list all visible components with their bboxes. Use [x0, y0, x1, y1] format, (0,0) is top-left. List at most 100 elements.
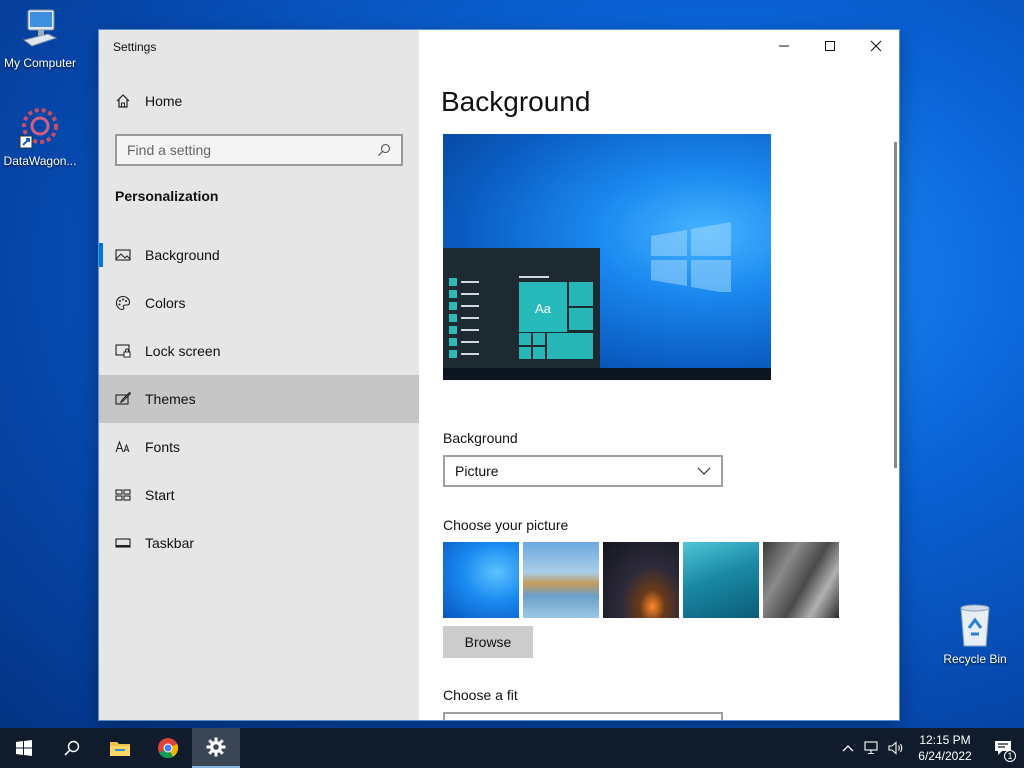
windows-logo-graphic [651, 222, 731, 292]
speaker-icon [888, 741, 903, 755]
preview-menu-list [449, 278, 479, 358]
home-link[interactable]: Home [115, 93, 182, 109]
sidebar-item-label: Fonts [145, 439, 181, 455]
network-button[interactable] [860, 728, 884, 768]
thumbnail-beach-rocks[interactable] [523, 542, 599, 618]
fit-dropdown[interactable] [443, 712, 723, 720]
fonts-icon [115, 440, 130, 453]
settings-sidebar: Settings Home Personalization Backg [99, 30, 419, 720]
sidebar-item-lock-screen[interactable]: Lock screen [99, 327, 419, 375]
folder-icon [110, 742, 130, 756]
background-dropdown[interactable]: Picture [443, 455, 723, 487]
sidebar-item-themes[interactable]: Themes [99, 375, 419, 423]
close-button[interactable] [853, 30, 899, 62]
chevron-down-icon [697, 467, 711, 475]
sidebar-item-colors[interactable]: Colors [99, 279, 419, 327]
maximize-icon [825, 41, 835, 51]
taskbar-icon [115, 538, 131, 548]
sidebar-item-label: Start [145, 487, 175, 503]
brush-icon [115, 391, 131, 405]
sidebar-item-label: Background [145, 247, 220, 263]
preview-tile [569, 308, 593, 330]
sidebar-nav: Background Colors Lock screen Themes Fon… [99, 231, 419, 567]
maximize-button[interactable] [807, 30, 853, 62]
preview-tile [569, 282, 593, 306]
window-controls [761, 30, 899, 62]
settings-taskbar-button[interactable] [192, 728, 240, 768]
start-icon [115, 489, 131, 501]
background-dropdown-value: Picture [455, 463, 499, 479]
system-tray: 12:15 PM 6/24/2022 1 [836, 728, 1024, 768]
sidebar-item-background[interactable]: Background [99, 231, 419, 279]
preview-tiles-header [519, 276, 549, 278]
datawagon-icon [19, 108, 58, 149]
chrome-icon [158, 738, 179, 759]
choose-fit-label: Choose a fit [443, 687, 518, 703]
chevron-up-icon [842, 745, 854, 752]
preview-tile [533, 347, 545, 359]
close-icon [870, 40, 882, 52]
page-title: Background [441, 86, 591, 117]
sidebar-item-taskbar[interactable]: Taskbar [99, 519, 419, 567]
computer-icon [22, 9, 58, 47]
preview-tile [519, 333, 531, 345]
preview-taskbar [443, 368, 771, 380]
recycle-bin-shortcut[interactable]: Recycle Bin [935, 602, 1015, 666]
chrome-button[interactable] [144, 728, 192, 768]
clock-date: 6/24/2022 [918, 749, 972, 763]
palette-icon [115, 295, 131, 311]
picture-thumbnails [443, 542, 839, 618]
taskbar-search-button[interactable] [48, 728, 96, 768]
datawagon-shortcut[interactable]: DataWagon... [0, 106, 80, 168]
preview-tile [533, 333, 545, 345]
minimize-button[interactable] [761, 30, 807, 62]
background-preview: Aa [443, 134, 771, 380]
thumbnail-night-sky[interactable] [603, 542, 679, 618]
my-computer-shortcut[interactable]: My Computer [0, 8, 80, 70]
search-icon[interactable] [377, 143, 391, 157]
volume-button[interactable] [884, 728, 908, 768]
window-title: Settings [113, 40, 157, 54]
minimize-icon [779, 45, 789, 47]
sidebar-item-label: Colors [145, 295, 186, 311]
preview-tile [547, 333, 593, 359]
sidebar-item-start[interactable]: Start [99, 471, 419, 519]
action-center-button[interactable]: 1 [982, 728, 1024, 768]
thumbnail-rock-cliff[interactable] [763, 542, 839, 618]
picture-icon [115, 249, 131, 261]
lock-screen-icon [115, 344, 131, 358]
desktop-icon-label: DataWagon... [3, 154, 77, 168]
search-icon [64, 740, 80, 756]
background-label: Background [443, 430, 518, 446]
sidebar-item-label: Taskbar [145, 535, 195, 551]
choose-picture-label: Choose your picture [443, 517, 569, 533]
gear-icon [206, 737, 226, 757]
home-label: Home [145, 93, 183, 109]
desktop-icon-label: Recycle Bin [943, 652, 1007, 666]
preview-tile-label: Aa [519, 284, 567, 332]
sidebar-item-fonts[interactable]: Fonts [99, 423, 419, 471]
recycle-bin-icon [960, 604, 990, 647]
search-box[interactable] [115, 134, 403, 166]
preview-tile [519, 347, 531, 359]
clock-time: 12:15 PM [919, 733, 971, 747]
content-scrollbar[interactable] [894, 142, 897, 468]
search-input[interactable] [127, 142, 367, 158]
settings-window: Settings Home Personalization Backg [99, 30, 899, 720]
settings-content: Background Aa Background Picture Choose … [419, 30, 899, 720]
show-hidden-icons-button[interactable] [836, 728, 860, 768]
windows-logo-icon [16, 740, 32, 756]
thumbnail-windows-blue[interactable] [443, 542, 519, 618]
clock[interactable]: 12:15 PM 6/24/2022 [908, 732, 982, 764]
notification-badge: 1 [1004, 750, 1016, 762]
sidebar-item-label: Lock screen [145, 343, 221, 359]
sidebar-item-label: Themes [145, 391, 196, 407]
taskbar: 12:15 PM 6/24/2022 1 [0, 728, 1024, 768]
thumbnail-underwater[interactable] [683, 542, 759, 618]
desktop-icon-label: My Computer [3, 56, 77, 70]
file-explorer-button[interactable] [96, 728, 144, 768]
browse-button[interactable]: Browse [443, 626, 533, 658]
start-button[interactable] [0, 728, 48, 768]
network-icon [864, 741, 878, 755]
section-title: Personalization [115, 188, 219, 204]
